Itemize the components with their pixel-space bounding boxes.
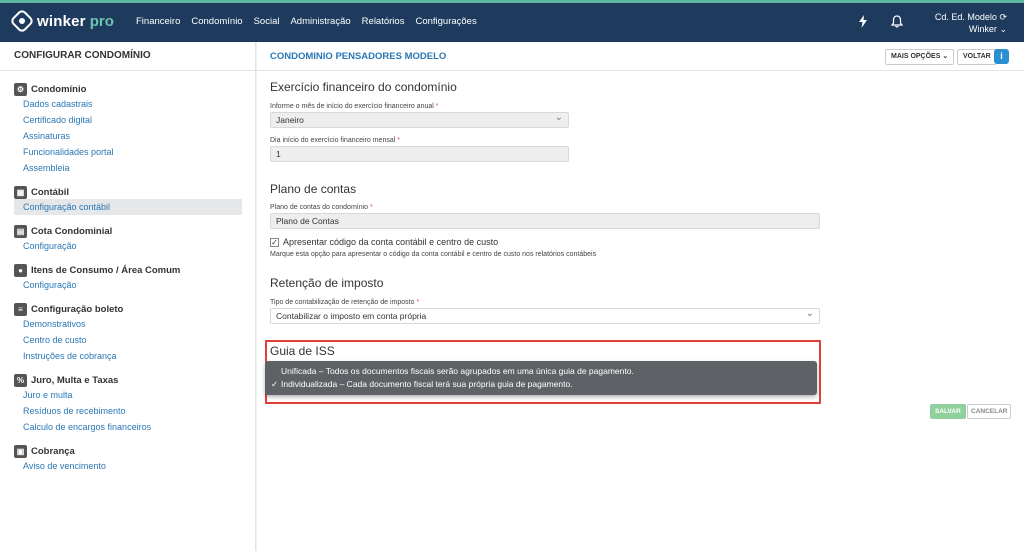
day-label: Dia início do exercício financeiro mensa… (270, 137, 400, 144)
sidebar-item-configuracao-contabil[interactable]: Configuração contábil (14, 199, 242, 215)
sidebar-item-funcionalidades-portal[interactable]: Funcionalidades portal (14, 144, 114, 160)
day-label-text: Dia início do exercício financeiro mensa… (270, 137, 396, 144)
section-plano-title: Plano de contas (270, 182, 357, 196)
more-options-label: MAIS OPÇÕES (891, 53, 941, 60)
group-contabil: ▦ Contábil Configuração contábil (14, 185, 242, 215)
nav-social[interactable]: Social (254, 16, 280, 27)
nav-administracao[interactable]: Administração (290, 16, 350, 27)
iss-option-individualizada[interactable]: ✓ Individualizada – Cada documento fiscal… (265, 378, 817, 391)
top-navbar: winker pro Financeiro Condomínio Social … (0, 0, 1024, 42)
iss-option-unificada[interactable]: Unificada – Todos os documentos fiscais … (265, 365, 817, 378)
page-title: CONDOMINIO PENSADORES MODELO (270, 51, 447, 62)
list-icon: ≡ (14, 302, 27, 316)
refresh-icon[interactable]: ⟳ (999, 12, 1007, 22)
gear-icon: ⚙ (14, 82, 27, 96)
plano-label-text: Plano de contas do condomínio (270, 204, 369, 211)
sidebar-item-residuos[interactable]: Resíduos de recebimento (14, 403, 151, 419)
plano-input[interactable]: Plano de Contas (270, 213, 820, 229)
codigo-checkbox-label: Apresentar código da conta contábil e ce… (283, 237, 499, 247)
winker-logo[interactable]: winker pro (9, 8, 114, 34)
more-options-button[interactable]: MAIS OPÇÕES ⌄ (885, 49, 955, 65)
bell-icon[interactable] (890, 15, 904, 31)
section-exercicio-title: Exercício financeiro do condomínio (270, 80, 457, 94)
lightning-icon[interactable] (858, 15, 868, 31)
main-nav: Financeiro Condomínio Social Administraç… (136, 16, 488, 27)
user-menu[interactable]: Cd. Ed. Modelo ⟳ Winker ⌄ (935, 11, 1007, 35)
logo-pro: pro (89, 12, 114, 30)
retencao-select[interactable]: Contabilizar o imposto em conta própria (270, 307, 820, 324)
iss-option-text: Individualizada – Cada documento fiscal … (281, 379, 573, 389)
chevron-down-icon: ⌄ (942, 53, 949, 60)
sidebar-item-dados-cadastrais[interactable]: Dados cadastrais (14, 96, 114, 112)
nav-configuracoes[interactable]: Configurações (415, 16, 476, 27)
nav-financeiro[interactable]: Financeiro (136, 16, 180, 27)
group-cota-condominial: ▤ Cota Condominial Configuração (14, 224, 112, 254)
codigo-checkbox-row[interactable]: ✓ Apresentar código da conta contábil e … (270, 237, 498, 247)
section-retencao-title: Retenção de imposto (270, 276, 384, 290)
calendar-icon: ▣ (14, 444, 27, 458)
retencao-label-text: Tipo de contabilização de retenção de im… (270, 299, 415, 306)
condo-name: Cd. Ed. Modelo (934, 12, 997, 22)
logo-icon (9, 8, 35, 34)
sidebar-item-centro-de-custo[interactable]: Centro de custo (14, 332, 123, 348)
group-configuracao-boleto: ≡ Configuração boleto Demonstrativos Cent… (14, 302, 123, 364)
sidebar-divider (0, 70, 256, 71)
user-name: Winker (968, 24, 997, 34)
sidebar-item-calculo-encargos[interactable]: Calculo de encargos financeiros (14, 419, 151, 435)
month-label-text: Informe o mês de início do exercício fin… (270, 103, 434, 110)
required-mark: * (397, 137, 400, 144)
group-label: Cobrança (31, 445, 75, 457)
required-mark: * (416, 299, 420, 306)
sidebar-item-juro-multa[interactable]: Juro e multa (14, 387, 151, 403)
chevron-down-icon: ⌄ (999, 24, 1007, 34)
info-icon[interactable]: i (994, 49, 1009, 64)
nav-relatorios[interactable]: Relatórios (362, 16, 405, 27)
back-button[interactable]: VOLTAR (957, 49, 997, 65)
percent-icon: % (14, 373, 27, 387)
iss-dropdown-menu[interactable]: Unificada – Todos os documentos fiscais … (265, 361, 817, 395)
group-cobranca: ▣ Cobrança Aviso de vencimento (14, 444, 106, 474)
logo-text: winker (37, 12, 86, 30)
required-mark: * (370, 204, 373, 211)
group-label: Configuração boleto (31, 303, 124, 315)
group-label: Itens de Consumo / Área Comum (31, 264, 181, 276)
codigo-hint: Marque esta opção para apresentar o códi… (270, 251, 597, 258)
sidebar-item-instrucoes-cobranca[interactable]: Instruções de cobrança (14, 348, 123, 364)
sidebar-item-certificado-digital[interactable]: Certificado digital (14, 112, 114, 128)
document-icon: ▤ (14, 224, 27, 238)
sidebar-item-demonstrativos[interactable]: Demonstrativos (14, 316, 123, 332)
group-label: Juro, Multa e Taxas (31, 374, 119, 386)
day-input[interactable]: 1 (270, 146, 569, 162)
iss-option-text: Unificada – Todos os documentos fiscais … (281, 366, 634, 376)
sidebar-item-configuracao-cota[interactable]: Configuração (14, 238, 112, 254)
nav-condominio[interactable]: Condomínio (191, 16, 242, 27)
bulb-icon: ● (14, 263, 27, 277)
sidebar-item-configuracao-consumo[interactable]: Configuração (14, 277, 180, 293)
sidebar-item-assembleia[interactable]: Assembleia (14, 160, 114, 176)
month-select[interactable]: Janeiro (270, 111, 569, 128)
sidebar: CONFIGURAR CONDOMÍNIO ⚙ Condomínio Dados … (0, 42, 256, 551)
check-icon: ✓ (271, 379, 279, 389)
group-condominio: ⚙ Condomínio Dados cadastrais Certificado… (14, 82, 114, 176)
group-juro-multa: % Juro, Multa e Taxas Juro e multa Resídu… (14, 373, 151, 435)
sidebar-item-assinaturas[interactable]: Assinaturas (14, 128, 114, 144)
sidebar-item-aviso-vencimento[interactable]: Aviso de vencimento (14, 458, 106, 474)
group-label: Cota Condominial (31, 225, 113, 237)
header-divider (257, 70, 1024, 71)
main-content: CONDOMINIO PENSADORES MODELO MAIS OPÇÕES… (257, 42, 1024, 551)
group-label: Contábil (31, 186, 69, 198)
save-button[interactable]: SALVAR (930, 404, 966, 419)
grid-icon: ▦ (14, 185, 27, 199)
cancel-button[interactable]: CANCELAR (967, 404, 1012, 419)
retencao-label: Tipo de contabilização de retenção de im… (270, 299, 419, 306)
plano-label: Plano de contas do condomínio * (270, 204, 373, 211)
group-label: Condomínio (31, 83, 87, 95)
month-label: Informe o mês de início do exercício fin… (270, 103, 439, 110)
group-itens-consumo: ● Itens de Consumo / Área Comum Configura… (14, 263, 180, 293)
sidebar-title: CONFIGURAR CONDOMÍNIO (14, 50, 151, 61)
required-mark: * (435, 103, 439, 110)
codigo-checkbox[interactable]: ✓ (270, 237, 279, 247)
